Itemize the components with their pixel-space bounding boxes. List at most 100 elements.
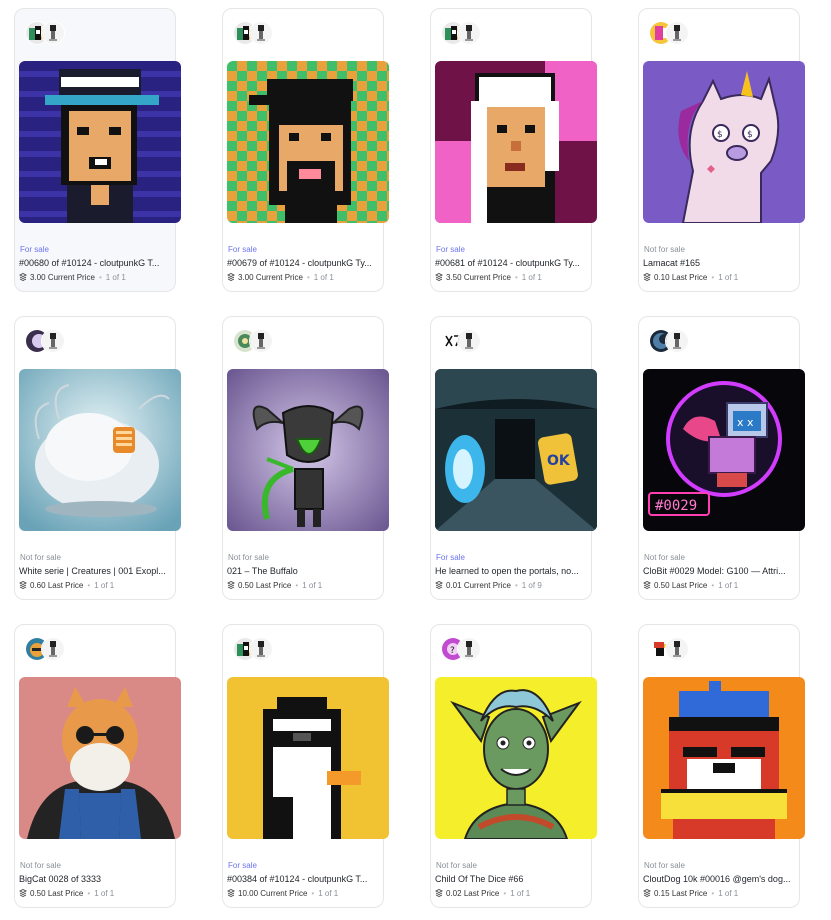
nft-artwork[interactable]	[19, 61, 181, 223]
nft-card-3[interactable]: For sale #00681 of #10124 - cloutpunkG T…	[430, 8, 597, 292]
sale-status: Not for sale	[644, 245, 685, 254]
edition-count: 1 of 1	[313, 273, 334, 282]
nft-artwork[interactable]: x x #0029	[643, 369, 805, 531]
creator-owner-avatars	[645, 21, 693, 45]
nft-card-7[interactable]: OK For sale He learned to open the porta…	[430, 316, 597, 600]
price-value: 0.60	[30, 581, 46, 590]
nft-artwork[interactable]: $ $	[643, 61, 805, 223]
nft-artwork[interactable]	[19, 677, 181, 839]
price-row: 0.10 Last Price • 1 of 1	[643, 273, 738, 282]
edition-count: 1 of 1	[318, 889, 339, 898]
nft-artwork[interactable]: OK	[435, 369, 597, 531]
sale-status: Not for sale	[436, 861, 477, 870]
price-label: Current Price	[255, 273, 303, 282]
owner-avatar[interactable]	[41, 329, 65, 353]
owner-avatar[interactable]	[665, 637, 689, 661]
owner-avatar[interactable]	[249, 637, 273, 661]
owner-avatar[interactable]	[665, 329, 689, 353]
svg-text:OK: OK	[547, 453, 571, 469]
sale-status: Not for sale	[644, 553, 685, 562]
sale-status: For sale	[436, 245, 465, 254]
nft-title[interactable]: #00384 of #10124 - cloutpunkG T...	[227, 874, 383, 884]
edition-count: 1 of 1	[302, 581, 323, 590]
creator-owner-avatars	[645, 637, 693, 661]
nft-card-1[interactable]: For sale #00680 of #10124 - cloutpunkG T…	[14, 8, 181, 292]
svg-text:x x: x x	[737, 416, 754, 429]
nft-card-11[interactable]: ? Not for sale Child Of The Dice #66 0.0…	[430, 624, 597, 908]
price-label: Last Price	[463, 889, 500, 898]
nft-title[interactable]: #00680 of #10124 - cloutpunkG T...	[19, 258, 175, 268]
owner-avatar[interactable]	[249, 21, 273, 45]
price-label: Last Price	[671, 273, 708, 282]
nft-artwork[interactable]	[435, 677, 597, 839]
price-value: 0.02	[446, 889, 462, 898]
owner-avatar[interactable]	[457, 21, 481, 45]
owner-avatar[interactable]	[41, 637, 65, 661]
nft-card-5[interactable]: Not for sale White serie | Creatures | 0…	[14, 316, 181, 600]
nft-artwork[interactable]	[227, 677, 389, 839]
price-value: 3.00	[30, 273, 46, 282]
nft-title[interactable]: BigCat 0028 of 3333	[19, 874, 175, 884]
price-label: Last Price	[671, 889, 708, 898]
coin-icon	[643, 581, 651, 589]
nft-title[interactable]: Lamacat #165	[643, 258, 799, 268]
nft-card-2[interactable]: For sale #00679 of #10124 - cloutpunkG T…	[222, 8, 389, 292]
nft-card-9[interactable]: Not for sale BigCat 0028 of 3333 0.50 La…	[14, 624, 181, 908]
edition-count: 1 of 9	[521, 581, 542, 590]
edition-count: 1 of 1	[718, 889, 739, 898]
creator-owner-avatars	[21, 21, 69, 45]
owner-avatar[interactable]	[457, 637, 481, 661]
nft-title[interactable]: #00679 of #10124 - cloutpunkG Ty...	[227, 258, 383, 268]
svg-text:$: $	[717, 130, 723, 140]
price-value: 3.50	[446, 273, 462, 282]
sale-status: For sale	[436, 553, 465, 562]
price-row: 0.50 Last Price • 1 of 1	[19, 889, 114, 898]
coin-icon	[435, 581, 443, 589]
creator-owner-avatars	[437, 329, 485, 353]
price-label: Last Price	[47, 581, 84, 590]
price-row: 0.01 Current Price • 1 of 9	[435, 581, 542, 590]
sale-status: For sale	[228, 861, 257, 870]
nft-title[interactable]: CloBit #0029 Model: G100 — Attri...	[643, 566, 799, 576]
sale-status: Not for sale	[228, 553, 269, 562]
creator-owner-avatars	[229, 637, 277, 661]
nft-card-12[interactable]: Not for sale CloutDog 10k #00016 @gem's …	[638, 624, 805, 908]
nft-artwork[interactable]	[227, 369, 389, 531]
edition-count: 1 of 1	[94, 889, 115, 898]
owner-avatar[interactable]	[457, 329, 481, 353]
coin-icon	[227, 581, 235, 589]
owner-avatar[interactable]	[665, 21, 689, 45]
nft-card-8[interactable]: x x #0029 Not for sale CloBit #0029 Mode…	[638, 316, 805, 600]
nft-card-6[interactable]: Not for sale 021 – The Buffalo 0.50 Last…	[222, 316, 389, 600]
nft-card-4[interactable]: $ $ Not for sale Lamacat #165 0.10 Last P…	[638, 8, 805, 292]
price-row: 0.50 Last Price • 1 of 1	[643, 581, 738, 590]
price-row: 3.00 Current Price • 1 of 1	[227, 273, 334, 282]
price-value: 0.50	[238, 581, 254, 590]
price-row: 0.15 Last Price • 1 of 1	[643, 889, 738, 898]
price-row: 10.00 Current Price • 1 of 1	[227, 889, 338, 898]
price-row: 0.02 Last Price • 1 of 1	[435, 889, 530, 898]
creator-owner-avatars	[21, 329, 69, 353]
creator-owner-avatars	[229, 21, 277, 45]
nft-title[interactable]: He learned to open the portals, no...	[435, 566, 591, 576]
sale-status: Not for sale	[644, 861, 685, 870]
price-row: 3.00 Current Price • 1 of 1	[19, 273, 126, 282]
edition-count: 1 of 1	[510, 889, 531, 898]
owner-avatar[interactable]	[249, 329, 273, 353]
nft-artwork[interactable]	[435, 61, 597, 223]
clobit-tag: #0029	[655, 498, 697, 514]
nft-title[interactable]: CloutDog 10k #00016 @gem's dog...	[643, 874, 799, 884]
nft-title[interactable]: Child Of The Dice #66	[435, 874, 591, 884]
owner-avatar[interactable]	[41, 21, 65, 45]
price-row: 3.50 Current Price • 1 of 1	[435, 273, 542, 282]
price-value: 0.15	[654, 889, 670, 898]
nft-title[interactable]: #00681 of #10124 - cloutpunkG Ty...	[435, 258, 591, 268]
nft-artwork[interactable]	[643, 677, 805, 839]
price-label: Current Price	[463, 581, 511, 590]
nft-title[interactable]: White serie | Creatures | 001 Exopl...	[19, 566, 175, 576]
nft-artwork[interactable]	[227, 61, 389, 223]
nft-artwork[interactable]	[19, 369, 181, 531]
nft-title[interactable]: 021 – The Buffalo	[227, 566, 383, 576]
price-label: Current Price	[260, 889, 308, 898]
nft-card-10[interactable]: For sale #00384 of #10124 - cloutpunkG T…	[222, 624, 389, 908]
